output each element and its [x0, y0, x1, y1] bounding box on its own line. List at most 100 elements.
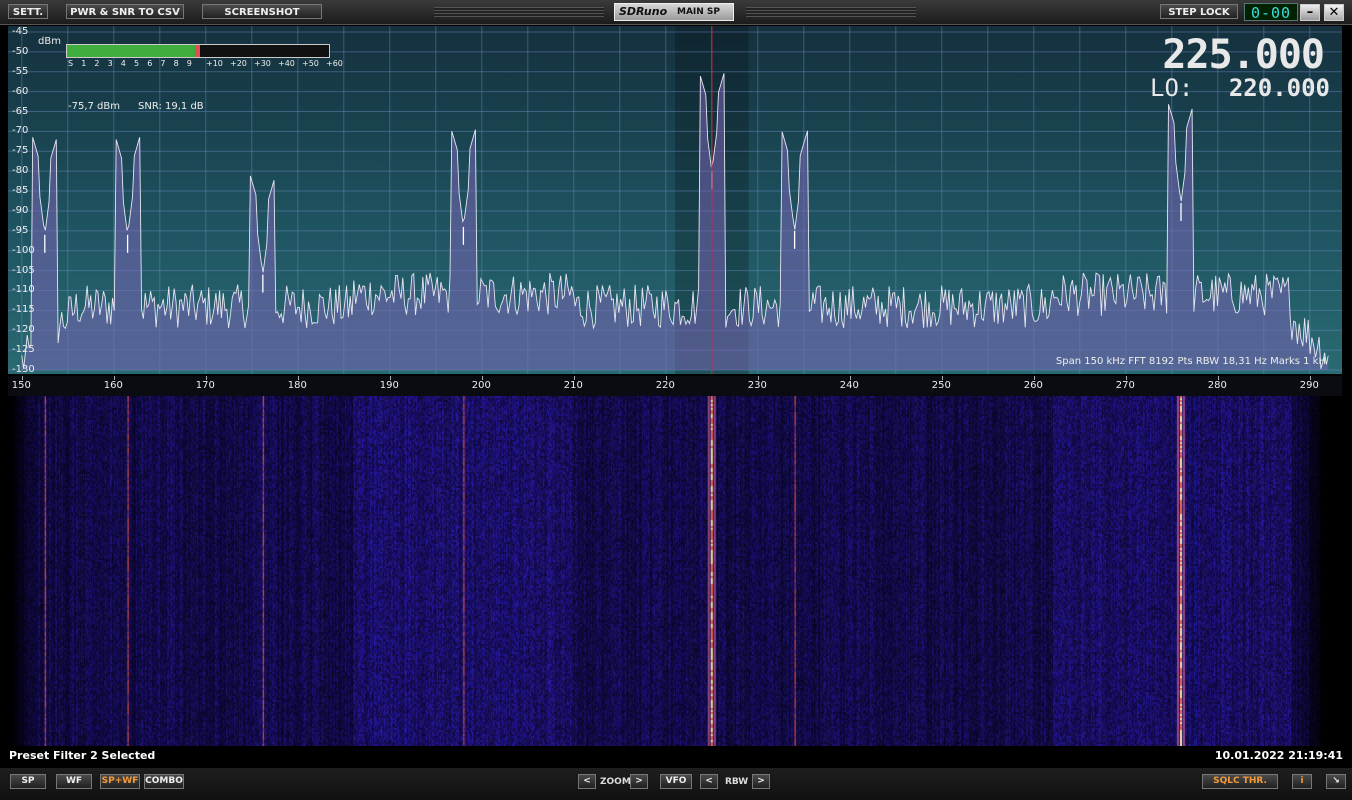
- y-tick-label: -125: [12, 344, 35, 356]
- dbm-unit-label: dBm: [38, 36, 61, 47]
- spectrum-fill: [21, 73, 1329, 371]
- s-meter-scale-label: 3: [107, 59, 113, 68]
- x-tick-mark: [1033, 376, 1035, 380]
- status-datetime: 10.01.2022 21:19:41: [1214, 749, 1343, 762]
- screenshot-button[interactable]: SCREENSHOT: [202, 4, 322, 19]
- y-tick-label: -100: [12, 244, 35, 256]
- close-icon[interactable]: ✕: [1324, 4, 1344, 21]
- s-meter-scale-label: 9: [186, 59, 192, 68]
- y-tick-label: -55: [12, 65, 29, 77]
- spectrum-display[interactable]: -45 -50 -55 -60 -65 -70 -75 -80 -85 -90 -95 -100 -10…: [8, 26, 1342, 375]
- s-meter-scale-label: 7: [160, 59, 166, 68]
- window-title-tab[interactable]: SDRuno MAIN SP: [614, 3, 734, 21]
- drag-grip-left[interactable]: [434, 7, 604, 17]
- frequency-axis[interactable]: 150 160 170 180 190 200 210 220 230 240 250 260 270 2…: [8, 376, 1342, 396]
- s-meter-scale-label: +50: [302, 59, 319, 68]
- snr-readout: SNR: 19,1 dB: [138, 101, 204, 112]
- step-display: 0-00: [1244, 3, 1298, 22]
- s-meter-scale-label: 4: [120, 59, 126, 68]
- s-meter-scale-label: 1: [81, 59, 87, 68]
- y-tick-label: -90: [12, 204, 29, 216]
- x-tick-mark: [481, 376, 483, 380]
- x-tick-label: 260: [1023, 380, 1043, 391]
- x-tick-label: 240: [839, 380, 859, 391]
- s-meter-bar: [66, 44, 330, 58]
- x-tick-mark: [849, 376, 851, 380]
- s-meter-scale-label: +10: [206, 59, 223, 68]
- waterfall-canvas: [8, 396, 1342, 746]
- zoom-in-button[interactable]: >: [630, 774, 648, 789]
- resize-icon[interactable]: ↘: [1326, 774, 1346, 789]
- y-tick-label: -110: [12, 284, 35, 296]
- pwr-snr-csv-button[interactable]: PWR & SNR TO CSV: [66, 4, 184, 19]
- s-meter-peak: [195, 45, 200, 57]
- x-tick-mark: [941, 376, 943, 380]
- s-meter-scale-label: +30: [254, 59, 271, 68]
- x-tick-mark: [1125, 376, 1127, 380]
- x-tick-mark: [573, 376, 575, 380]
- sp-wf-mode-button[interactable]: SP+WF: [100, 774, 140, 789]
- drag-grip-right[interactable]: [746, 7, 916, 17]
- y-tick-label: -70: [12, 125, 29, 137]
- app-brand: SDRuno: [619, 5, 668, 18]
- spectrum-plot: [8, 26, 1342, 374]
- info-icon[interactable]: i: [1292, 774, 1312, 789]
- x-tick-label: 150: [11, 380, 31, 391]
- zoom-label: ZOOM: [600, 777, 631, 787]
- x-tick-label: 270: [1115, 380, 1135, 391]
- rbw-decrease-button[interactable]: <: [700, 774, 718, 789]
- sqlc-threshold-button[interactable]: SQLC THR.: [1202, 774, 1278, 789]
- combo-mode-button[interactable]: COMBO: [144, 774, 184, 789]
- x-tick-label: 200: [471, 380, 491, 391]
- s-meter-fill: [67, 45, 198, 57]
- y-tick-label: -115: [12, 304, 35, 316]
- minimize-icon[interactable]: –: [1300, 4, 1320, 21]
- s-meter-scale-label: 8: [173, 59, 179, 68]
- x-tick-mark: [389, 376, 391, 380]
- s-meter-scale: S 1 2 3 4 5 6 7 8 9 +10 +20 +30 +40 +50 +60: [66, 59, 343, 71]
- y-tick-label: -45: [12, 26, 29, 37]
- rbw-label: RBW: [725, 777, 749, 787]
- window-name: MAIN SP: [677, 7, 721, 17]
- x-tick-mark: [21, 376, 23, 380]
- x-tick-label: 210: [563, 380, 583, 391]
- y-tick-label: -130: [12, 364, 35, 375]
- lo-frequency-display[interactable]: 220.000: [1229, 74, 1330, 102]
- x-tick-label: 160: [103, 380, 123, 391]
- x-tick-label: 190: [379, 380, 399, 391]
- power-readout: -75,7 dBm: [68, 101, 121, 112]
- y-tick-label: -80: [12, 165, 29, 177]
- settings-button[interactable]: SETT.: [8, 4, 48, 19]
- x-tick-mark: [297, 376, 299, 380]
- y-tick-label: -65: [12, 105, 29, 117]
- s-meter-scale-label: 5: [134, 59, 140, 68]
- x-tick-label: 180: [287, 380, 307, 391]
- wf-mode-button[interactable]: WF: [56, 774, 92, 789]
- y-tick-label: -50: [12, 45, 29, 57]
- x-tick-label: 280: [1207, 380, 1227, 391]
- x-tick-label: 250: [931, 380, 951, 391]
- y-tick-label: -60: [12, 85, 29, 97]
- step-lock-button[interactable]: STEP LOCK: [1160, 4, 1238, 19]
- bottom-toolbar: SP WF SP+WF COMBO < ZOOM > VFO < RBW > S…: [0, 768, 1352, 800]
- x-tick-label: 220: [655, 380, 675, 391]
- s-meter-scale-label: S: [68, 59, 74, 68]
- spectrum-info-line: Span 150 kHz FFT 8192 Pts RBW 18,31 Hz M…: [1055, 356, 1326, 367]
- waterfall-display[interactable]: [8, 396, 1342, 746]
- title-bar: SETT. PWR & SNR TO CSV SCREENSHOT SDRuno…: [0, 0, 1352, 25]
- x-tick-mark: [757, 376, 759, 380]
- x-tick-mark: [1217, 376, 1219, 380]
- sp-mode-button[interactable]: SP: [10, 774, 46, 789]
- frequency-display[interactable]: 225.000: [1162, 32, 1325, 78]
- rbw-increase-button[interactable]: >: [752, 774, 770, 789]
- x-tick-mark: [1309, 376, 1311, 380]
- y-tick-label: -105: [12, 264, 35, 276]
- x-tick-label: 170: [195, 380, 215, 391]
- y-tick-label: -75: [12, 145, 29, 157]
- zoom-out-button[interactable]: <: [578, 774, 596, 789]
- status-bar: Preset Filter 2 Selected 10.01.2022 21:1…: [0, 748, 1352, 766]
- vfo-button[interactable]: VFO: [660, 774, 692, 789]
- x-tick-mark: [205, 376, 207, 380]
- x-tick-label: 230: [747, 380, 767, 391]
- s-meter-scale-label: 2: [94, 59, 100, 68]
